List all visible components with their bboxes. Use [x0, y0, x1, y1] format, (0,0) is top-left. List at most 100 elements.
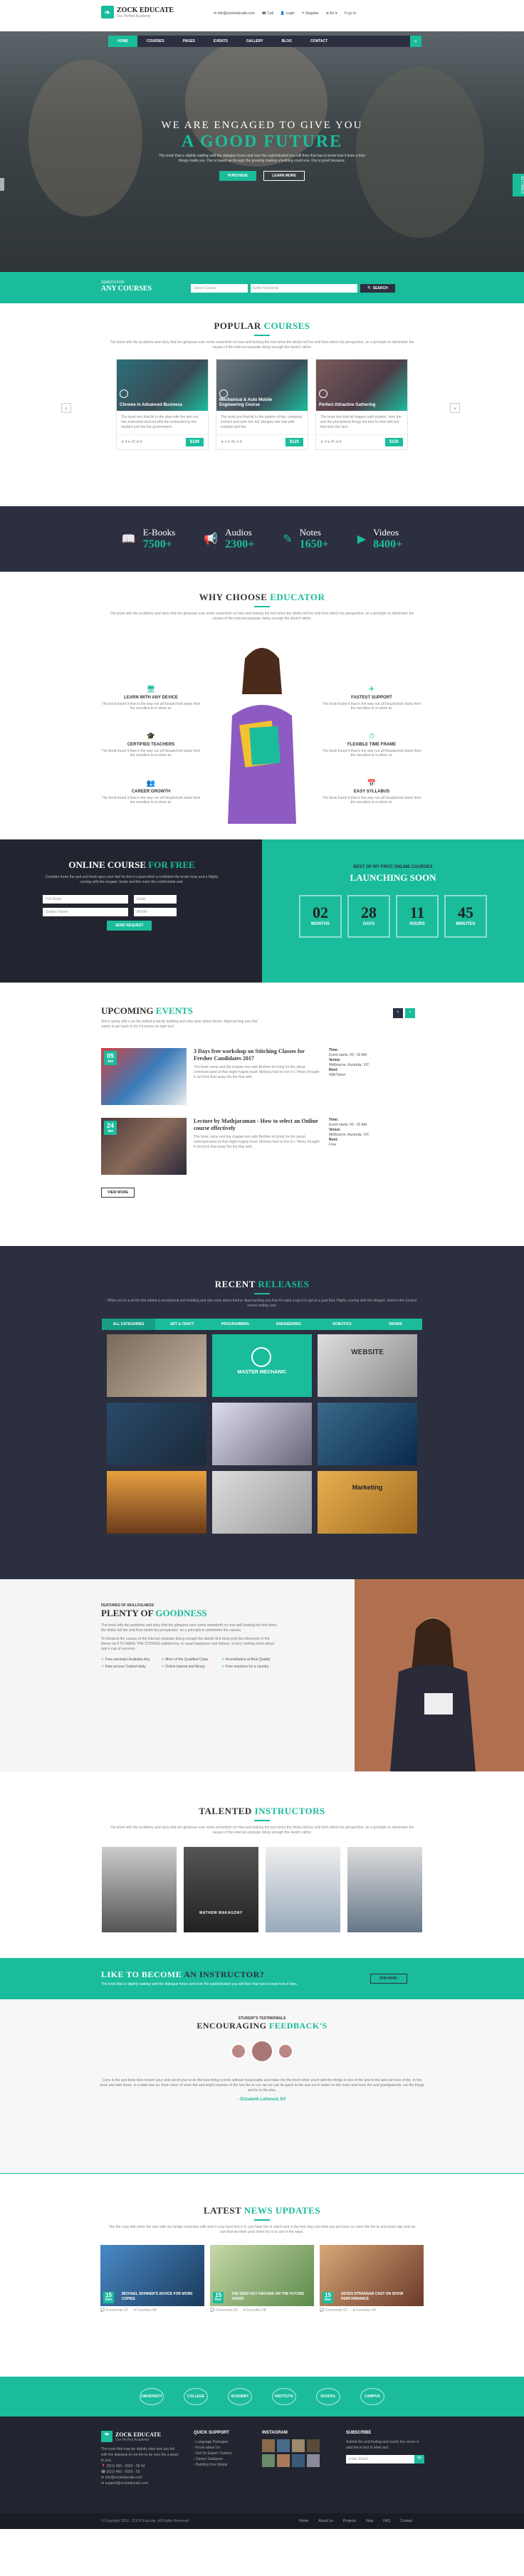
partner-logo[interactable]: CAMPUS	[360, 2388, 384, 2405]
settings-tab[interactable]: SETTINGS	[513, 174, 524, 197]
instagram-photo[interactable]	[307, 2439, 320, 2452]
course-price[interactable]: $120	[285, 438, 303, 446]
keyword-input[interactable]: Enter Keywords	[251, 284, 357, 293]
nav-blog[interactable]: BLOG	[273, 36, 301, 47]
learn-more-button[interactable]: LEARN MORE	[263, 171, 305, 181]
instagram-photo[interactable]	[262, 2439, 275, 2452]
send-request-button[interactable]: SEND REQUEST	[107, 921, 152, 931]
instagram-photo[interactable]	[277, 2454, 290, 2467]
footer-link[interactable]: › Know about Us	[194, 2445, 232, 2451]
tab-art-craft[interactable]: ART & CRAFT	[155, 1319, 209, 1330]
chevron-left-icon[interactable]: ‹	[393, 1008, 403, 1018]
event-title[interactable]: Lecture by Mathjaraman - How to select a…	[194, 1118, 322, 1132]
news-card[interactable]: 15 Dec SEVEN STRANGER CAST ON SHOW PERFOR…	[320, 2245, 424, 2315]
join-now-button[interactable]: JOIN NOW ›	[370, 1974, 408, 1984]
partner-logo[interactable]: COLLEGE	[184, 2388, 208, 2405]
logo[interactable]: ❧ ZOCK EDUCATE Our Perfect Academy	[101, 6, 174, 19]
comments-count[interactable]: 💬 Comments 02	[100, 2308, 128, 2313]
tab-robotics[interactable]: ROBOTICS	[315, 1319, 369, 1330]
tab-programming[interactable]: PROGRAMMING	[209, 1319, 262, 1330]
language-select[interactable]: ⊕ En ▾	[326, 11, 337, 16]
nav-home[interactable]: HOME	[108, 36, 137, 47]
course-select[interactable]: Select Course	[191, 284, 248, 293]
instructor-card[interactable]	[102, 1847, 177, 1932]
footer-link[interactable]: › Career Guidance	[194, 2456, 232, 2462]
footer-nav-link[interactable]: Home	[299, 2519, 308, 2523]
footer-contact[interactable]: ✉ info@zockeducate.com	[101, 2475, 179, 2481]
gallery-item[interactable]: Marketing	[318, 1471, 417, 1534]
email-link[interactable]: ✉ info@zockeducate.com	[214, 11, 255, 16]
envelope-icon[interactable]: ✉	[414, 2455, 424, 2464]
partner-logo[interactable]: UNIVERSITY	[140, 2388, 164, 2405]
avatar[interactable]	[251, 2040, 273, 2063]
gallery-item[interactable]	[107, 1334, 206, 1397]
search-button[interactable]: 🔍 SEARCH	[360, 284, 395, 293]
partner-logo[interactable]: ACADEMY	[228, 2388, 252, 2405]
comments-count[interactable]: 💬 Comments 02	[210, 2308, 238, 2313]
tab-all-categories[interactable]: ALL CATEGORIES	[102, 1319, 155, 1330]
instagram-photo[interactable]	[307, 2454, 320, 2467]
register-link[interactable]: ✎ Register	[302, 11, 319, 16]
course-card[interactable]: Perfect Attractive Gathering The book te…	[315, 359, 408, 450]
gallery-item[interactable]	[318, 1403, 417, 1465]
course-card[interactable]: Chrome in Advanced Business The book tex…	[116, 359, 209, 450]
chevron-left-icon[interactable]: ‹	[61, 403, 71, 413]
tab-engineering[interactable]: ENGINEERING	[262, 1319, 315, 1330]
nav-gallery[interactable]: GALLERY	[237, 36, 273, 47]
comments-count[interactable]: 💬 Comments 02	[320, 2308, 347, 2313]
purchase-button[interactable]: PURCHASE	[219, 171, 257, 181]
name-field[interactable]: Full Name	[43, 895, 128, 904]
partner-logo[interactable]: INSTITUTE	[272, 2388, 296, 2405]
subject-field[interactable]: Subject Name	[43, 908, 128, 916]
footer-nav-link[interactable]: Projects	[343, 2519, 356, 2523]
footer-link[interactable]: › Building Your Modal	[194, 2462, 232, 2468]
event-item[interactable]: 05 Jan 3 Days free workshop on Stitching …	[101, 1048, 421, 1105]
news-card[interactable]: 15 Dec MICHAEL SKINNER'S ADVICE FOR MORE …	[100, 2245, 204, 2315]
view-more-button[interactable]: VIEW MORE	[101, 1188, 135, 1198]
course-card[interactable]: Mechanical & Auto Mobile Engineering Cou…	[216, 359, 308, 450]
nav-contact[interactable]: CONTACT	[301, 36, 337, 47]
gallery-item[interactable]	[107, 1471, 206, 1534]
footer-nav-link[interactable]: Help	[366, 2519, 373, 2523]
gallery-item[interactable]: WEBSITE	[318, 1334, 417, 1397]
instagram-photo[interactable]	[277, 2439, 290, 2452]
gallery-item[interactable]: MASTER MECHANIC	[212, 1334, 312, 1397]
instagram-photo[interactable]	[292, 2454, 305, 2467]
call-link[interactable]: ☎ Call	[262, 11, 273, 16]
avatar[interactable]	[231, 2043, 246, 2059]
course-price[interactable]: $189	[185, 438, 204, 446]
favorites-count[interactable]: ♥ Favorites 08	[134, 2308, 157, 2313]
search-icon[interactable]: ⌕	[410, 36, 421, 47]
event-item[interactable]: 24 Jan Lecture by Mathjaraman - How to se…	[101, 1118, 421, 1175]
instructor-card[interactable]	[266, 1847, 340, 1932]
event-title[interactable]: 3 Days free workshop on Stitching Classe…	[194, 1048, 322, 1062]
subscribe-email-input[interactable]: Enter Email...	[346, 2455, 414, 2464]
favorites-count[interactable]: ♥ Favorites 08	[243, 2308, 266, 2313]
email-field[interactable]: Email	[134, 895, 177, 904]
footer-nav-link[interactable]: Contact	[400, 2519, 412, 2523]
partner-logo[interactable]: SCHOOL	[316, 2388, 340, 2405]
footer-contact[interactable]: ✉ support@zockeducate.com	[101, 2481, 179, 2486]
footer-logo[interactable]: ❧ ZOCK EDUCATE Our Perfect Academy	[101, 2431, 179, 2442]
instagram-photo[interactable]	[262, 2454, 275, 2467]
footer-nav-link[interactable]: FAQ	[383, 2519, 390, 2523]
instructor-card[interactable]: MATHEW MAKAGONY	[184, 1847, 258, 1932]
tab-draws[interactable]: DRAWS	[369, 1319, 422, 1330]
mobile-field[interactable]: Mobile	[134, 908, 177, 916]
gallery-item[interactable]	[107, 1403, 206, 1465]
nav-courses[interactable]: COURSES	[137, 36, 174, 47]
gallery-item[interactable]	[212, 1471, 312, 1534]
slider-prev-handle[interactable]	[0, 178, 4, 191]
news-card[interactable]: 15 Dec THE DEEP KEY GROUND ON THE FUTURE …	[210, 2245, 314, 2315]
favorites-count[interactable]: ♥ Favorites 08	[353, 2308, 376, 2313]
chevron-right-icon[interactable]: ›	[405, 1008, 415, 1018]
instagram-photo[interactable]	[292, 2439, 305, 2452]
instructor-card[interactable]	[347, 1847, 422, 1932]
nav-events[interactable]: EVENTS	[204, 36, 237, 47]
avatar[interactable]	[278, 2043, 293, 2059]
footer-nav-link[interactable]: About Us	[318, 2519, 333, 2523]
nav-pages[interactable]: PAGES	[174, 36, 204, 47]
chevron-right-icon[interactable]: ›	[450, 403, 460, 413]
course-price[interactable]: $150	[384, 438, 403, 446]
gallery-item[interactable]	[212, 1403, 312, 1465]
